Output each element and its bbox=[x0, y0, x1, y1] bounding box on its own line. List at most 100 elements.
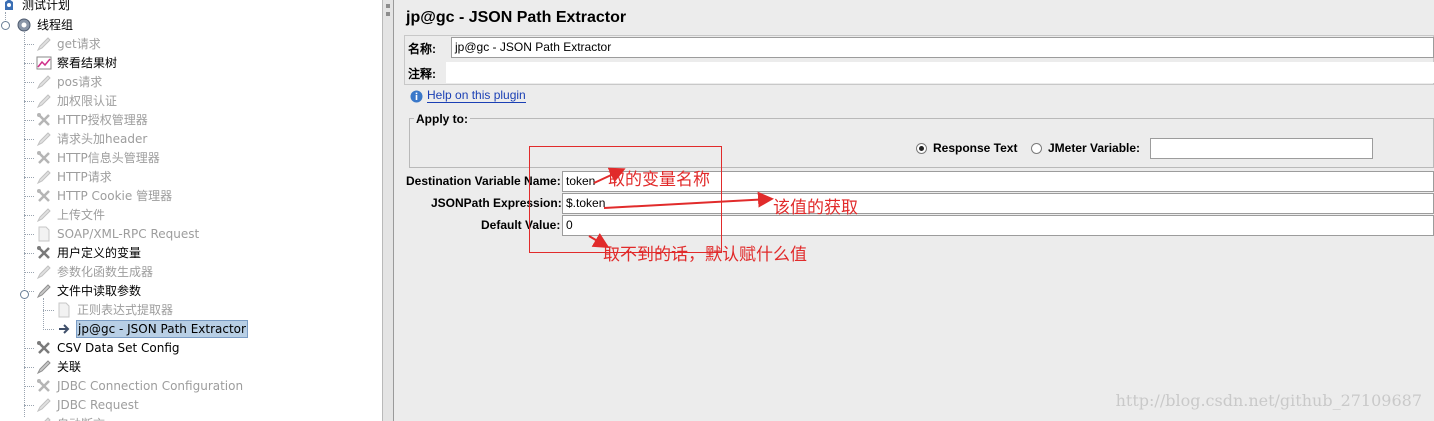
pencil-icon bbox=[35, 74, 53, 90]
tree-node-13[interactable]: 文件中读取参数 bbox=[35, 282, 142, 300]
jmeter-variable-radio[interactable] bbox=[1031, 143, 1042, 154]
tree-guide-line bbox=[24, 253, 34, 254]
tree-guide-line bbox=[43, 298, 44, 330]
tree-node-9[interactable]: 上传文件 bbox=[35, 206, 106, 224]
tree-node-label: 用户定义的变量 bbox=[57, 246, 142, 260]
test-plan-tree[interactable]: 测试计划 线程组 get请求察看结果树 pos请求加权限认证 HTTP授权管理器请求… bbox=[0, 0, 382, 421]
tree-node-label: 线程组 bbox=[37, 18, 74, 32]
tree-node-label: 文件中读取参数 bbox=[57, 284, 142, 298]
tree-node-11[interactable]: 用户定义的变量 bbox=[35, 244, 142, 262]
response-text-label[interactable]: Response Text bbox=[933, 141, 1017, 155]
tree-node-label: 请求头加header bbox=[57, 132, 148, 146]
chart-icon bbox=[35, 55, 53, 71]
tree-node-18[interactable]: JDBC Connection Configuration bbox=[35, 377, 244, 395]
tree-node-17[interactable]: 关联 bbox=[35, 358, 82, 376]
pencil-icon bbox=[35, 207, 53, 223]
tree-node-3[interactable]: 加权限认证 bbox=[35, 92, 118, 110]
tree-guide-line bbox=[43, 310, 54, 311]
tree-node-10[interactable]: SOAP/XML-RPC Request bbox=[35, 225, 200, 243]
tree-node-4[interactable]: HTTP授权管理器 bbox=[35, 111, 149, 129]
tree-guide-line bbox=[24, 405, 34, 406]
tree-node-label: HTTP Cookie 管理器 bbox=[57, 189, 173, 203]
page-icon bbox=[35, 226, 53, 242]
divider-grip bbox=[386, 12, 390, 16]
test-plan-icon bbox=[0, 0, 18, 13]
tree-node-label: 关联 bbox=[57, 360, 82, 374]
tree-node-2[interactable]: pos请求 bbox=[35, 73, 103, 91]
tree-node-12[interactable]: 参数化函数生成器 bbox=[35, 263, 154, 281]
wrench-icon bbox=[35, 112, 53, 128]
arrow-icon bbox=[55, 321, 73, 337]
tree-node-14[interactable]: 正则表达式提取器 bbox=[55, 301, 174, 319]
tree-guide-line bbox=[24, 63, 34, 64]
tree-node-15[interactable]: jp@gc - JSON Path Extractor bbox=[55, 320, 248, 338]
pencil-icon bbox=[35, 397, 53, 413]
tree-guide-line bbox=[24, 215, 34, 216]
tree-node-5[interactable]: 请求头加header bbox=[35, 130, 148, 148]
tree-guide-line bbox=[24, 272, 34, 273]
tree-node-label: SOAP/XML-RPC Request bbox=[57, 227, 200, 241]
pencil-icon bbox=[35, 264, 53, 280]
divider-grip bbox=[386, 4, 390, 8]
tree-expander[interactable] bbox=[20, 290, 29, 299]
tree-guide-line bbox=[43, 329, 54, 330]
wrench-icon bbox=[35, 245, 53, 261]
tree-node-label: HTTP请求 bbox=[57, 170, 112, 184]
tree-node-label: 自动断言 bbox=[56, 416, 106, 421]
gear-icon bbox=[15, 17, 33, 33]
pencil-icon bbox=[35, 131, 53, 147]
annotation-arrows bbox=[588, 167, 774, 249]
pencil-icon bbox=[35, 93, 53, 109]
wrench-icon bbox=[35, 340, 53, 356]
tree-expander[interactable] bbox=[1, 21, 10, 30]
tree-node-label: 加权限认证 bbox=[57, 94, 118, 108]
wrench-icon bbox=[35, 378, 53, 394]
tree-node-label: JDBC Request bbox=[57, 398, 139, 412]
tree-guide-line bbox=[24, 139, 34, 140]
tree-node-label: 测试计划 bbox=[22, 0, 71, 12]
watermark: http://blog.csdn.net/github_27109687 bbox=[1115, 391, 1422, 410]
pencil-icon bbox=[35, 416, 53, 421]
jmeter-variable-field[interactable] bbox=[1150, 138, 1373, 159]
pencil-icon bbox=[35, 359, 53, 375]
wrench-icon bbox=[35, 188, 53, 204]
pencil-icon bbox=[35, 36, 53, 52]
tree-guide-line bbox=[24, 101, 34, 102]
tree-node-20[interactable]: 自动断言 bbox=[35, 415, 106, 421]
tree-node-thread-group[interactable]: 线程组 bbox=[15, 16, 74, 34]
tree-node-6[interactable]: HTTP信息头管理器 bbox=[35, 149, 161, 167]
wrench-icon bbox=[35, 150, 53, 166]
tree-node-7[interactable]: HTTP请求 bbox=[35, 168, 113, 186]
tree-guide-line bbox=[24, 348, 34, 349]
tree-guide-line bbox=[24, 158, 34, 159]
response-text-radio[interactable] bbox=[916, 143, 927, 154]
tree-node-8[interactable]: HTTP Cookie 管理器 bbox=[35, 187, 173, 205]
tree-guide-line bbox=[24, 120, 34, 121]
tree-guide-line bbox=[24, 44, 34, 45]
tree-node-label: JDBC Connection Configuration bbox=[57, 379, 244, 393]
tree-node-label: pos请求 bbox=[57, 75, 103, 89]
tree-guide-line bbox=[24, 196, 34, 197]
annotation-default-value: 取不到的话，默认赋什么值 bbox=[603, 245, 807, 265]
tree-guide-line bbox=[24, 82, 34, 83]
tree-node-label: 察看结果树 bbox=[57, 56, 118, 70]
annotation-value-source: 该值的获取 bbox=[773, 198, 858, 218]
annotation-arrow bbox=[603, 191, 774, 209]
annotation-variable-name: 取的变量名称 bbox=[608, 170, 710, 190]
tree-node-16[interactable]: CSV Data Set Config bbox=[35, 339, 181, 357]
tree-node-label: 正则表达式提取器 bbox=[77, 303, 174, 317]
tree-node-1[interactable]: 察看结果树 bbox=[35, 54, 118, 72]
tree-node-0[interactable]: get请求 bbox=[35, 35, 102, 53]
tree-node-label: HTTP信息头管理器 bbox=[57, 151, 160, 165]
tree-guide-line bbox=[24, 386, 34, 387]
tree-node-19[interactable]: JDBC Request bbox=[35, 396, 140, 414]
jmeter-variable-label[interactable]: JMeter Variable: bbox=[1048, 141, 1140, 155]
split-pane-divider[interactable] bbox=[382, 0, 394, 421]
tree-node-test-plan[interactable]: 测试计划 bbox=[0, 0, 71, 14]
pencil-icon bbox=[35, 283, 53, 299]
extractor-config-panel: jp@gc - JSON Path Extractor 名称: jp@gc - … bbox=[394, 0, 1434, 421]
tree-node-label: CSV Data Set Config bbox=[57, 341, 180, 355]
tree-node-label: jp@gc - JSON Path Extractor bbox=[76, 320, 248, 338]
tree-guide-line bbox=[24, 367, 34, 368]
page-icon bbox=[55, 302, 73, 318]
